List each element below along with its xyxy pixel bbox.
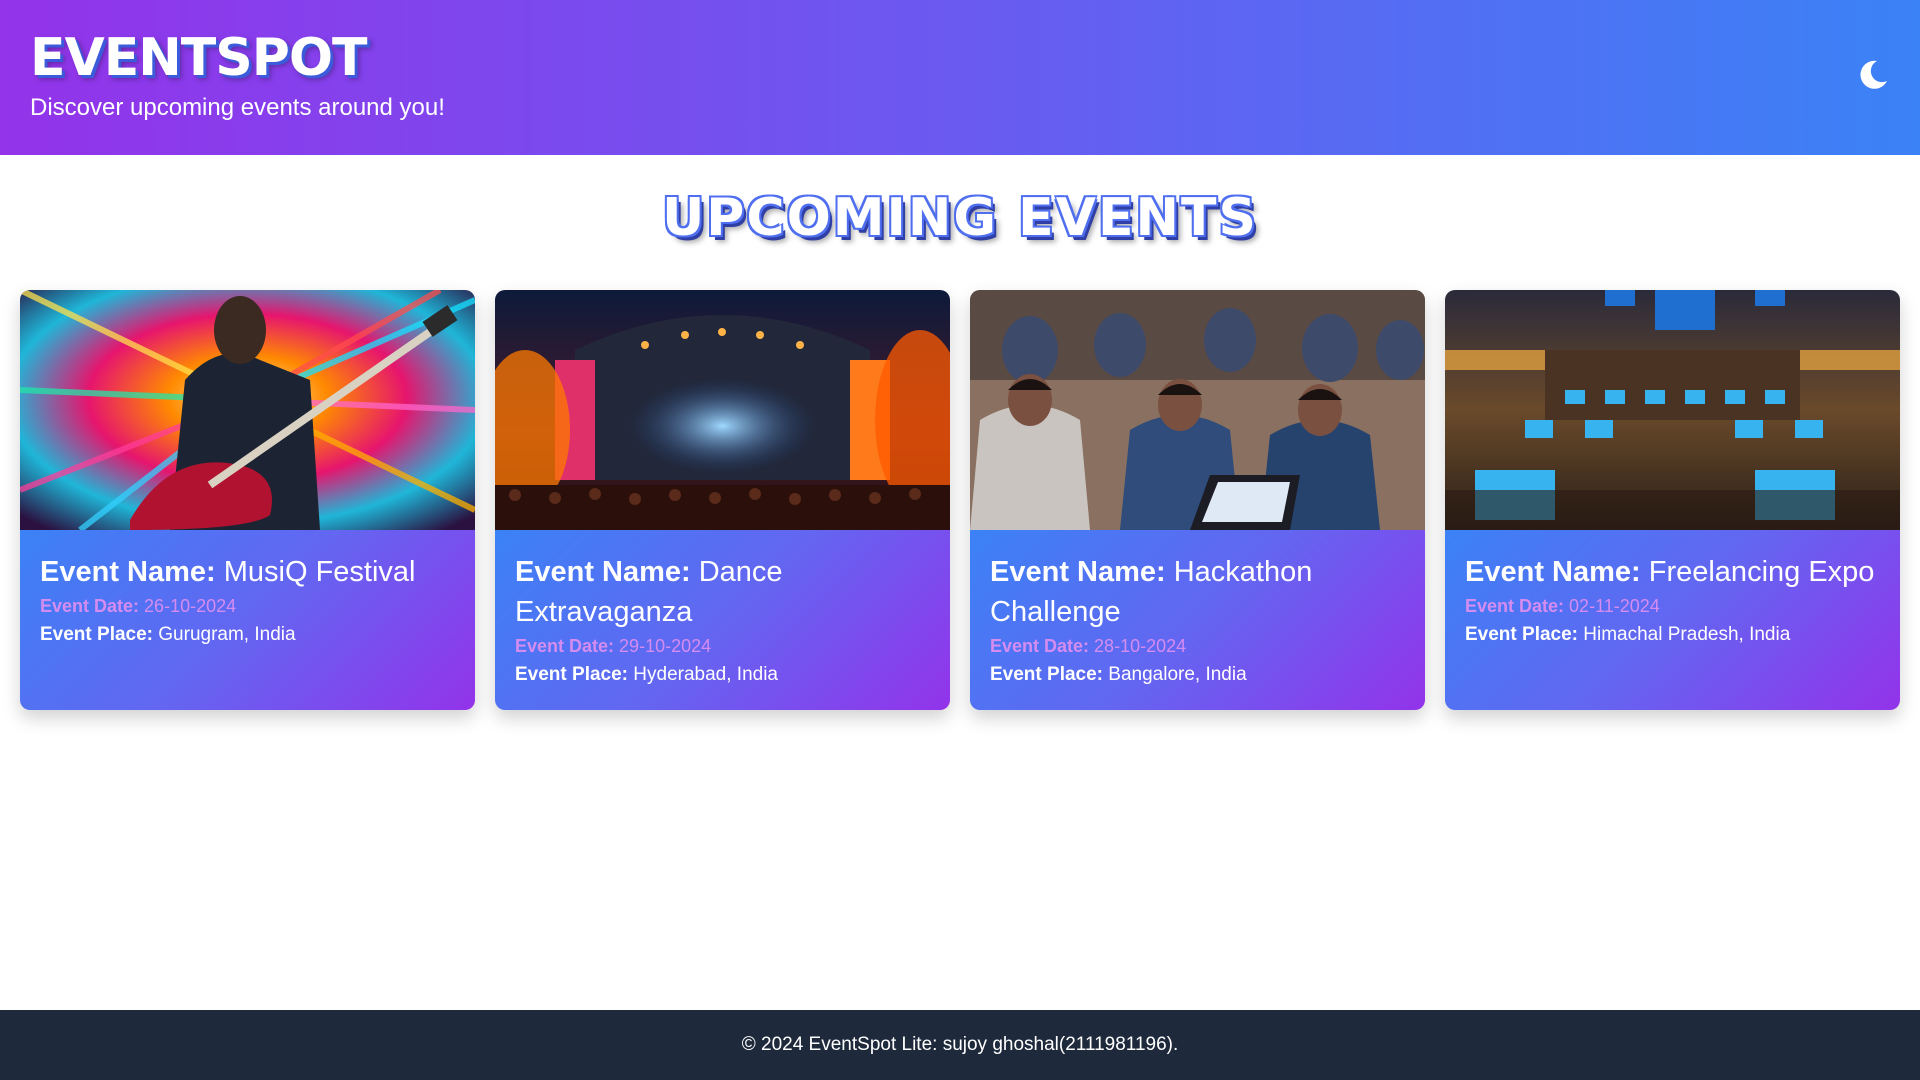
event-date: Event Date: 29-10-2024 [515, 632, 930, 660]
event-card[interactable]: Event Name: Freelancing Expo Event Date:… [1445, 290, 1900, 710]
tagline: Discover upcoming events around you! [30, 94, 445, 121]
section-title: UPCOMING EVENTS [662, 188, 1258, 248]
event-place: Event Place: Hyderabad, India [515, 660, 930, 690]
event-card-body: Event Name: MusiQ Festival Event Date: 2… [20, 530, 475, 710]
event-card[interactable]: Event Name: Hackathon Challenge Event Da… [970, 290, 1425, 710]
event-name: Event Name: MusiQ Festival [40, 552, 455, 592]
event-name-label: Event Name: [40, 556, 216, 588]
event-date: Event Date: 28-10-2024 [990, 632, 1405, 660]
guitarist-image [20, 290, 475, 530]
event-date-label: Event Date: [515, 636, 615, 656]
event-place-value: Bangalore, India [1108, 664, 1247, 685]
event-name: Event Name: Dance Extravaganza [515, 552, 930, 632]
event-card-body: Event Name: Dance Extravaganza Event Dat… [495, 530, 950, 710]
event-date-label: Event Date: [40, 596, 140, 616]
event-date-value: 26-10-2024 [144, 596, 237, 616]
event-place: Event Place: Bangalore, India [990, 660, 1405, 690]
event-place-label: Event Place: [515, 664, 628, 685]
event-card[interactable]: Event Name: MusiQ Festival Event Date: 2… [20, 290, 475, 710]
hackathon-image [970, 290, 1425, 530]
event-place: Event Place: Himachal Pradesh, India [1465, 620, 1880, 650]
event-date-label: Event Date: [1465, 596, 1565, 616]
event-date-value: 28-10-2024 [1094, 636, 1187, 656]
event-date-value: 29-10-2024 [619, 636, 712, 656]
event-card-body: Event Name: Freelancing Expo Event Date:… [1445, 530, 1900, 710]
event-date-label: Event Date: [990, 636, 1090, 656]
event-place-label: Event Place: [40, 624, 153, 645]
event-date-value: 02-11-2024 [1569, 596, 1660, 616]
brand-logo[interactable]: EVENTSPOT [30, 28, 368, 88]
event-place-value: Gurugram, India [158, 624, 296, 645]
event-card[interactable]: Event Name: Dance Extravaganza Event Dat… [495, 290, 950, 710]
event-card-list: Event Name: MusiQ Festival Event Date: 2… [20, 290, 1900, 710]
event-date: Event Date: 26-10-2024 [40, 592, 455, 620]
event-place: Event Place: Gurugram, India [40, 620, 455, 650]
site-header: EVENTSPOT Discover upcoming events aroun… [0, 0, 1920, 155]
event-name-label: Event Name: [1465, 556, 1641, 588]
event-place-label: Event Place: [990, 664, 1103, 685]
moon-icon [1860, 60, 1887, 89]
site-footer: © 2024 EventSpot Lite: sujoy ghoshal(211… [0, 1010, 1920, 1080]
event-name: Event Name: Hackathon Challenge [990, 552, 1405, 632]
event-name-value: MusiQ Festival [223, 556, 416, 588]
theme-toggle-button[interactable] [1856, 58, 1890, 92]
event-name-value: Freelancing Expo [1648, 556, 1875, 588]
event-place-label: Event Place: [1465, 624, 1578, 645]
footer-copyright: © 2024 EventSpot Lite: sujoy ghoshal(211… [741, 1034, 1179, 1055]
event-card-body: Event Name: Hackathon Challenge Event Da… [970, 530, 1425, 710]
event-date: Event Date: 02-11-2024 [1465, 592, 1880, 620]
concert-stage-image [495, 290, 950, 530]
event-name-label: Event Name: [515, 556, 691, 588]
event-place-value: Himachal Pradesh, India [1583, 624, 1791, 645]
event-place-value: Hyderabad, India [633, 664, 778, 685]
expo-hall-image [1445, 290, 1900, 530]
event-name-label: Event Name: [990, 556, 1166, 588]
event-name: Event Name: Freelancing Expo [1465, 552, 1880, 592]
